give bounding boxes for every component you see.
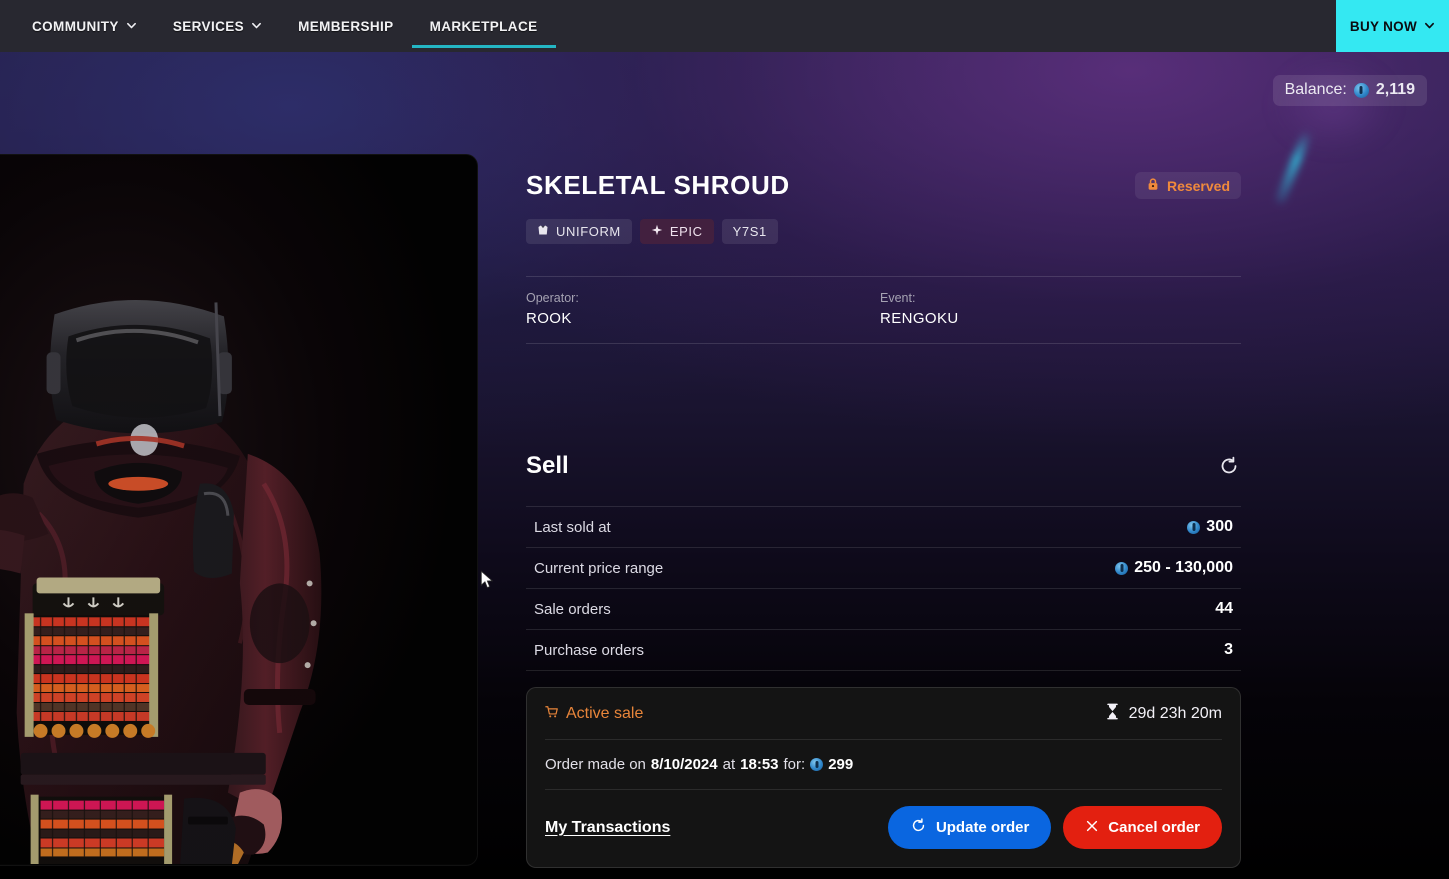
chevron-down-icon [126, 20, 137, 31]
currency-coin-icon [1187, 520, 1201, 534]
nav-item-marketplace[interactable]: MARKETPLACE [411, 0, 556, 52]
meta-event: Event: RENGOKU [880, 291, 1234, 327]
chevron-down-icon [1424, 20, 1435, 31]
order-button-group: Update order Cancel order [887, 806, 1222, 849]
tag-label: UNIFORM [556, 224, 621, 239]
stat-value: 44 [1215, 600, 1233, 618]
active-sale-actions: My Transactions Update order Cancel orde… [545, 790, 1222, 867]
top-navigation-bar: COMMUNITY SERVICES MEMBERSHIP MARKETPLAC… [0, 0, 1449, 52]
uniform-icon [537, 224, 549, 239]
item-title-row: SKELETAL SHROUD Reserved [526, 170, 1241, 201]
tag-season[interactable]: Y7S1 [721, 219, 778, 244]
my-transactions-link[interactable]: My Transactions [545, 819, 670, 837]
nav-item-services[interactable]: SERVICES [155, 0, 280, 52]
sell-title: Sell [526, 452, 569, 479]
active-sale-status: Active sale [545, 705, 643, 724]
buy-now-label: BUY NOW [1349, 18, 1417, 34]
rarity-star-icon [651, 224, 663, 239]
order-for: for: [783, 756, 806, 773]
nav-item-label: COMMUNITY [32, 18, 119, 34]
item-tags: UNIFORM EPIC Y7S1 [526, 219, 1241, 244]
tag-label: Y7S1 [732, 224, 767, 239]
order-details-line: Order made on 8/10/2024 at 18:53 for: 29… [545, 740, 1222, 790]
tag-label: EPIC [669, 224, 703, 239]
order-date: 8/10/2024 [650, 756, 718, 773]
status-badge-label: Reserved [1166, 177, 1230, 194]
order-prefix: Order made on [545, 756, 646, 773]
stat-value: 3 [1224, 641, 1233, 659]
balance-indicator[interactable]: Balance: 2,119 [1272, 75, 1427, 106]
page-title: SKELETAL SHROUD [526, 170, 790, 200]
refresh-icon[interactable] [1217, 454, 1241, 478]
status-badge: Reserved [1134, 172, 1241, 199]
active-sale-card: Active sale 29d 23h 20m Order made on 8/… [526, 687, 1241, 868]
item-meta: Operator: ROOK Event: RENGOKU [526, 276, 1241, 344]
stat-label: Last sold at [534, 518, 611, 536]
meta-label: Event: [880, 291, 916, 305]
tag-uniform[interactable]: UNIFORM [526, 219, 632, 244]
stat-label: Purchase orders [534, 641, 645, 659]
active-sale-label: Active sale [566, 705, 644, 722]
currency-coin-icon [1353, 82, 1369, 98]
stat-amount: 44 [1215, 600, 1233, 617]
buy-now-button[interactable]: BUY NOW [1335, 0, 1449, 52]
cancel-order-button[interactable]: Cancel order [1063, 806, 1222, 849]
nav-item-label: MARKETPLACE [429, 18, 538, 34]
order-time: 18:53 [740, 756, 779, 773]
nav-item-membership[interactable]: MEMBERSHIP [280, 0, 412, 52]
nav-item-label: MEMBERSHIP [298, 18, 394, 34]
lock-icon [1146, 177, 1160, 194]
active-sale-timer: 29d 23h 20m [1105, 703, 1222, 725]
item-character-render [0, 155, 477, 865]
meta-label: Operator: [526, 291, 579, 305]
balance-amount: 2,119 [1375, 81, 1415, 98]
stat-amount: 300 [1206, 518, 1233, 535]
sell-stats-table: Last sold at 300 Current price range 250… [526, 506, 1241, 671]
item-detail-column: SKELETAL SHROUD Reserved UNIFORM EPIC Y7… [526, 170, 1241, 868]
stat-value: 300 [1187, 518, 1233, 536]
cart-icon [545, 705, 559, 724]
cancel-order-label: Cancel order [1108, 819, 1200, 836]
chevron-down-icon [251, 20, 262, 31]
active-sale-header: Active sale 29d 23h 20m [545, 688, 1222, 740]
stat-amount: 3 [1224, 641, 1233, 658]
close-icon [1085, 819, 1099, 837]
stat-label: Current price range [534, 559, 664, 577]
refresh-icon [910, 817, 927, 838]
meta-value: ROOK [526, 310, 572, 327]
order-price: 299 [828, 756, 854, 773]
update-order-button[interactable]: Update order [887, 806, 1052, 849]
stat-value: 250 - 130,000 [1115, 559, 1233, 577]
balance-label: Balance: [1284, 81, 1347, 98]
item-preview-panel[interactable] [0, 154, 478, 866]
stat-row-last-sold: Last sold at 300 [526, 506, 1241, 547]
stat-row-purchase-orders: Purchase orders 3 [526, 629, 1241, 671]
nav-items: COMMUNITY SERVICES MEMBERSHIP MARKETPLAC… [0, 0, 556, 52]
stat-row-sale-orders: Sale orders 44 [526, 588, 1241, 629]
meta-value: RENGOKU [880, 310, 959, 327]
order-at: at [722, 756, 736, 773]
tag-epic[interactable]: EPIC [639, 219, 714, 244]
timer-value: 29d 23h 20m [1128, 705, 1222, 722]
nav-item-label: SERVICES [172, 18, 245, 34]
currency-coin-icon [1115, 561, 1129, 575]
stat-label: Sale orders [534, 600, 611, 618]
meta-operator: Operator: ROOK [526, 291, 880, 327]
nav-item-community[interactable]: COMMUNITY [14, 0, 155, 52]
hourglass-icon [1105, 703, 1120, 725]
marketplace-item-page: COMMUNITY SERVICES MEMBERSHIP MARKETPLAC… [0, 0, 1449, 879]
currency-coin-icon [810, 758, 824, 771]
stat-amount: 250 - 130,000 [1134, 559, 1233, 576]
stat-row-price-range: Current price range 250 - 130,000 [526, 547, 1241, 588]
sell-section-header: Sell [526, 452, 1241, 480]
update-order-label: Update order [935, 819, 1030, 836]
